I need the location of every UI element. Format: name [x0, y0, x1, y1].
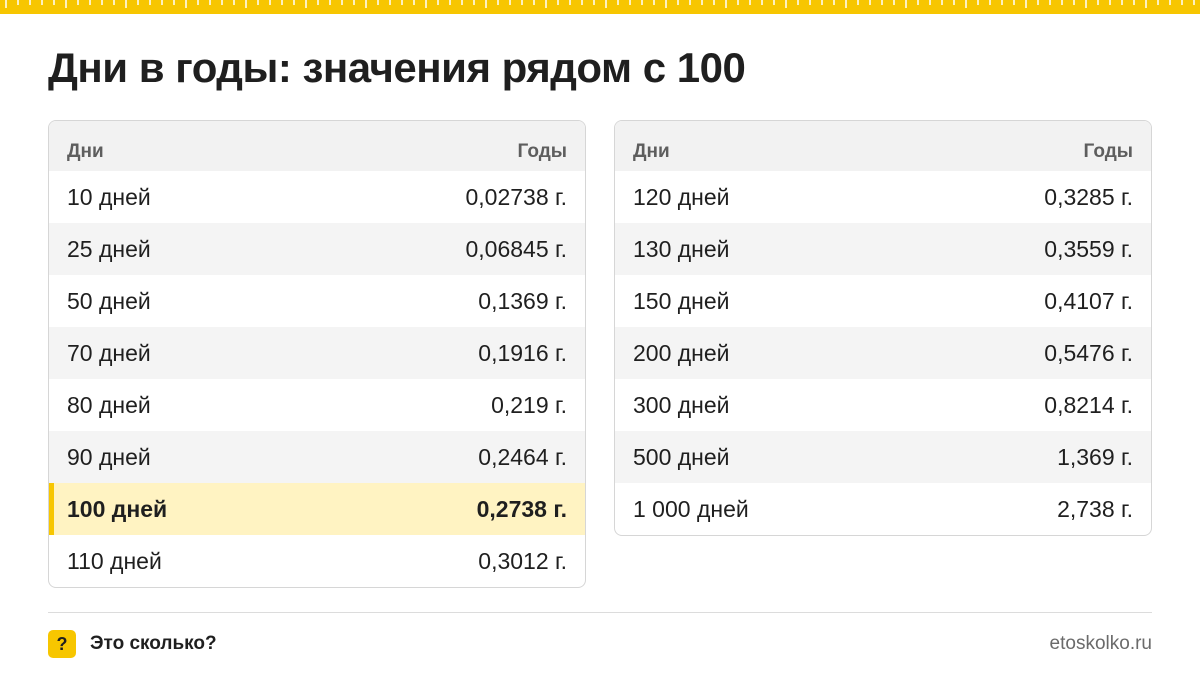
table-row: 25 дней 0,06845 г. — [49, 223, 585, 275]
table-row-highlighted: 100 дней 0,2738 г. — [49, 483, 585, 535]
cell-years: 0,02738 г. — [465, 183, 567, 210]
question-mark-icon: ? — [48, 630, 76, 658]
cell-years: 1,369 г. — [1057, 443, 1133, 470]
cell-years: 0,1916 г. — [478, 339, 567, 366]
cell-years: 2,738 г. — [1057, 495, 1133, 522]
table-row: 500 дней 1,369 г. — [615, 431, 1151, 483]
cell-days: 70 дней — [67, 339, 151, 366]
table-row: 80 дней 0,219 г. — [49, 379, 585, 431]
cell-years: 0,4107 г. — [1044, 287, 1133, 314]
ruler-ticks — [5, 0, 1195, 8]
cell-years: 0,2464 г. — [478, 443, 567, 470]
table-row: 130 дней 0,3559 г. — [615, 223, 1151, 275]
cell-years: 0,3559 г. — [1044, 235, 1133, 262]
column-header-years: Годы — [1083, 141, 1133, 162]
cell-days: 200 дней — [633, 339, 730, 366]
table-row: 120 дней 0,3285 г. — [615, 171, 1151, 223]
table-row: 300 дней 0,8214 г. — [615, 379, 1151, 431]
cell-days: 100 дней — [67, 495, 168, 522]
table-row: 150 дней 0,4107 г. — [615, 275, 1151, 327]
table-row: 70 дней 0,1916 г. — [49, 327, 585, 379]
cell-days: 110 дней — [67, 547, 162, 574]
cell-years: 0,3012 г. — [478, 547, 567, 574]
cell-years: 0,2738 г. — [476, 495, 567, 522]
table-row: 50 дней 0,1369 г. — [49, 275, 585, 327]
conversion-table-right: Дни Годы 120 дней 0,3285 г. 130 дней 0,3… — [614, 120, 1152, 536]
brand: ? Это сколько? — [48, 630, 217, 658]
table-row: 1 000 дней 2,738 г. — [615, 483, 1151, 535]
table-row: 110 дней 0,3012 г. — [49, 535, 585, 587]
cell-days: 25 дней — [67, 235, 151, 262]
cell-years: 0,8214 г. — [1044, 391, 1133, 418]
column-header-years: Годы — [517, 141, 567, 162]
cell-years: 0,06845 г. — [465, 235, 567, 262]
conversion-table-left: Дни Годы 10 дней 0,02738 г. 25 дней 0,06… — [48, 120, 586, 588]
page-title: Дни в годы: значения рядом с 100 — [48, 44, 746, 91]
cell-days: 90 дней — [67, 443, 151, 470]
column-header-days: Дни — [633, 141, 670, 162]
brand-name: Это сколько? — [90, 633, 217, 654]
table-header: Дни Годы — [615, 121, 1151, 171]
cell-days: 300 дней — [633, 391, 730, 418]
cell-days: 80 дней — [67, 391, 151, 418]
cell-days: 10 дней — [67, 183, 151, 210]
table-row: 90 дней 0,2464 г. — [49, 431, 585, 483]
cell-days: 120 дней — [633, 183, 730, 210]
cell-days: 1 000 дней — [633, 495, 749, 522]
cell-years: 0,3285 г. — [1044, 183, 1133, 210]
table-row: 10 дней 0,02738 г. — [49, 171, 585, 223]
cell-days: 130 дней — [633, 235, 730, 262]
cell-days: 150 дней — [633, 287, 730, 314]
cell-years: 0,219 г. — [491, 391, 567, 418]
table-row: 200 дней 0,5476 г. — [615, 327, 1151, 379]
site-url: etoskolko.ru — [1049, 633, 1152, 654]
ruler-decoration — [0, 0, 1200, 14]
column-header-days: Дни — [67, 141, 104, 162]
cell-days: 500 дней — [633, 443, 730, 470]
cell-days: 50 дней — [67, 287, 151, 314]
cell-years: 0,5476 г. — [1044, 339, 1133, 366]
footer-divider — [48, 612, 1152, 613]
cell-years: 0,1369 г. — [478, 287, 567, 314]
table-header: Дни Годы — [49, 121, 585, 171]
